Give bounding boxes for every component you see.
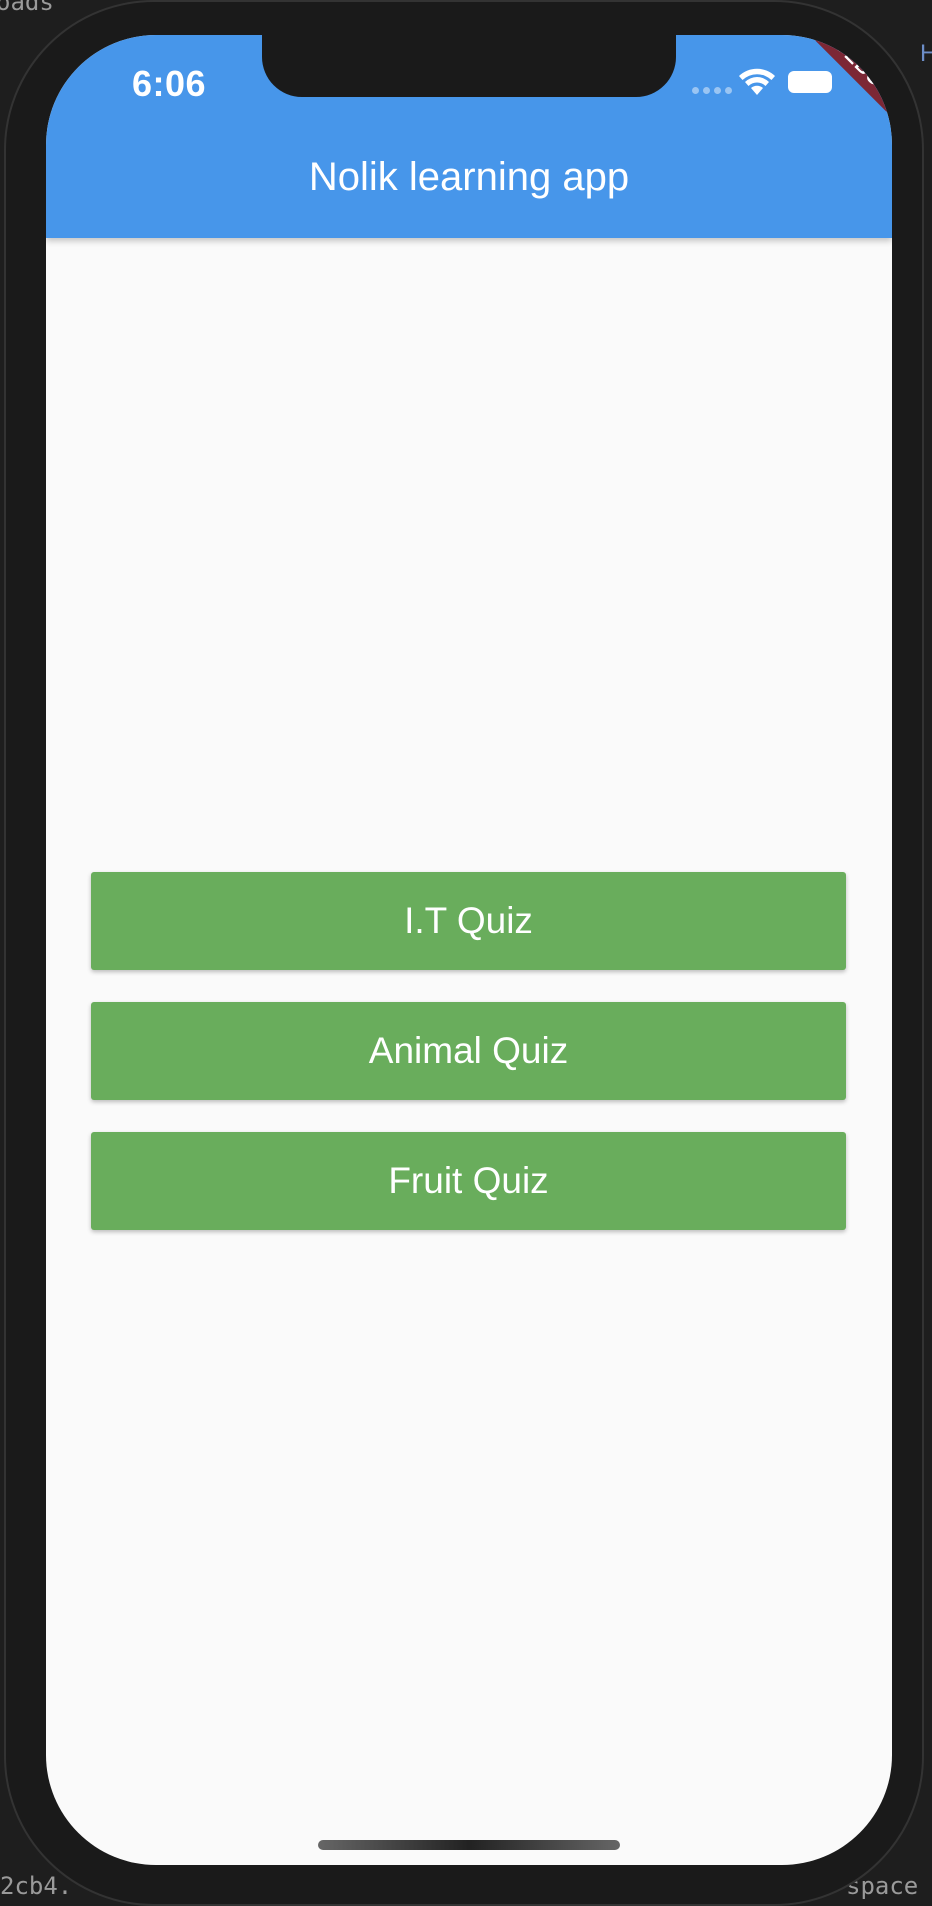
device-notch [262,35,676,97]
home-indicator[interactable] [318,1840,620,1850]
cellular-signal-icon [692,87,732,94]
quiz-list: I.T Quiz Animal Quiz Fruit Quiz [91,872,846,1262]
app-screen: 6:06 DEBUG Nolik learning app I.T Quiz A… [46,35,892,1865]
it-quiz-button[interactable]: I.T Quiz [91,872,846,970]
wifi-icon [739,68,775,95]
background-text: 2cb4. [0,1872,73,1900]
app-title: Nolik learning app [308,155,630,199]
animal-quiz-button[interactable]: Animal Quiz [91,1002,846,1100]
app-bar: 6:06 DEBUG Nolik learning app [46,35,892,238]
phone-frame: 6:06 DEBUG Nolik learning app I.T Quiz A… [4,0,924,1906]
battery-icon [788,71,832,93]
status-time: 6:06 [132,63,207,104]
background-text: oads [0,0,54,16]
background-text: H [920,40,932,67]
fruit-quiz-button[interactable]: Fruit Quiz [91,1132,846,1230]
